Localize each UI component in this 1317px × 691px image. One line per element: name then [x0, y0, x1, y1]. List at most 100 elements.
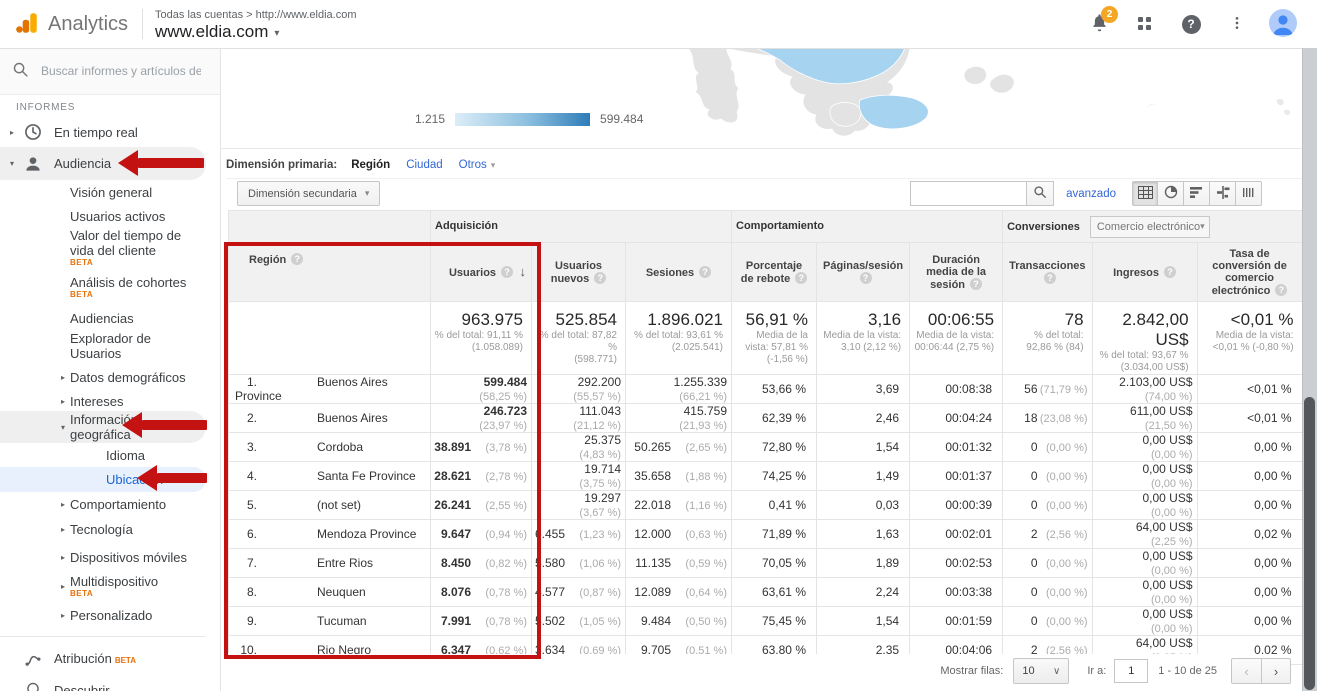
help-icon[interactable]: ? [860, 272, 872, 284]
region-name[interactable]: Cordoba [317, 440, 363, 454]
help-icon[interactable]: ? [699, 266, 711, 278]
column-header-sesiones[interactable]: Sesiones? [626, 243, 732, 302]
view-performance-button[interactable] [1184, 181, 1210, 206]
help-icon[interactable]: ? [970, 278, 982, 290]
region-name[interactable]: Buenos Aires [317, 411, 388, 425]
table-row[interactable]: 4.Santa Fe Province28.621(2,78 %)19.714(… [229, 462, 1303, 491]
region-name[interactable]: Mendoza Province [317, 527, 416, 541]
chevron-right-icon[interactable]: ▸ [56, 397, 70, 406]
scrollbar-thumb[interactable] [1304, 397, 1315, 690]
sidebar-item-tecnologia[interactable]: ▸Tecnología [0, 517, 206, 542]
sidebar-item-informacion-geografica[interactable]: ▾Información geográfica [0, 411, 206, 443]
sidebar-item-analisis-de-cohortes[interactable]: Análisis de cohortesBETA [0, 267, 206, 307]
sidebar-item-en-tiempo-real[interactable]: ▸En tiempo real [0, 117, 206, 147]
rows-per-page-select[interactable]: 10 ∨ [1013, 658, 1069, 684]
sidebar-item-usuarios-activos[interactable]: Usuarios activos [0, 205, 206, 228]
sidebar-item-descubrir[interactable]: Descubrir [0, 676, 206, 691]
geo-map[interactable]: 1.215 599.484 [220, 48, 1303, 149]
column-header-paginas-sesion[interactable]: Páginas/sesión? [817, 243, 910, 302]
previous-page-button[interactable]: ‹ [1231, 658, 1261, 684]
sidebar-item-comportamiento[interactable]: ▸Comportamiento [0, 492, 206, 517]
help-icon[interactable]: ? [291, 253, 303, 265]
table-search-button[interactable] [1026, 181, 1054, 206]
chevron-right-icon[interactable]: ▸ [56, 582, 70, 591]
table-row[interactable]: 6.Mendoza Province9.647(0,94 %)6.455(1,2… [229, 520, 1303, 549]
region-name[interactable]: Neuquen [317, 585, 366, 599]
region-name[interactable]: (not set) [317, 498, 361, 512]
chevron-right-icon[interactable]: ▸ [56, 373, 70, 382]
goto-page-input[interactable] [1114, 659, 1148, 683]
chevron-down-icon[interactable]: ▾ [6, 159, 18, 168]
chevron-right-icon[interactable]: ▸ [56, 553, 70, 562]
breadcrumb[interactable]: Todas las cuentas > http://www.eldia.com [155, 6, 356, 22]
help-button[interactable]: ? [1179, 12, 1203, 36]
column-header-usuarios-nuevos[interactable]: Usuarios nuevos? [532, 243, 626, 302]
column-header-tasa-de-conversion-de-comercio-electronico[interactable]: Tasa de conversión de comercio electróni… [1197, 243, 1302, 302]
view-pivot-button[interactable] [1236, 181, 1262, 206]
sidebar-item-intereses[interactable]: ▸Intereses [0, 392, 206, 411]
sidebar-item-multidispositivo[interactable]: ▸MultidispositivoBETA [0, 572, 206, 600]
help-icon[interactable]: ? [1164, 266, 1176, 278]
region-name[interactable]: Entre Rios [317, 556, 373, 570]
more-options-button[interactable] [1225, 12, 1249, 36]
column-header-transacciones[interactable]: Transacciones? [1003, 243, 1092, 302]
chevron-right-icon[interactable]: ▸ [56, 525, 70, 534]
dimension-tab-otros[interactable]: Otros▾ [459, 159, 496, 171]
goto-page-label: Ir a: [1087, 665, 1106, 677]
view-comparison-button[interactable] [1210, 181, 1236, 206]
column-header-duracion-media-de-la-sesion[interactable]: Duración media de la sesión? [910, 243, 1003, 302]
vertical-scrollbar[interactable] [1302, 48, 1317, 691]
table-row[interactable]: 3.Cordoba38.891(3,78 %)25.375(4,83 %)50.… [229, 433, 1303, 462]
notifications-button[interactable]: 2 [1087, 12, 1111, 36]
total-metric-8: <0,01 %Media de la vista:<0,01 % (-0,80 … [1197, 302, 1302, 375]
advanced-search-link[interactable]: avanzado [1066, 188, 1116, 200]
next-page-button[interactable]: › [1261, 658, 1291, 684]
help-icon[interactable]: ? [795, 272, 807, 284]
table-search-input[interactable] [910, 181, 1026, 206]
region-name[interactable]: Buenos Aires Province [235, 375, 388, 403]
sidebar-item-audiencia[interactable]: ▾Audiencia [0, 147, 206, 180]
table-row[interactable]: 9.Tucuman7.991(0,78 %)5.502(1,05 %)9.484… [229, 607, 1303, 636]
conversions-type-select[interactable]: Comercio electrónico▾ [1090, 216, 1210, 238]
help-icon[interactable]: ? [501, 266, 513, 278]
help-icon[interactable]: ? [1275, 284, 1287, 296]
table-row[interactable]: 1.Buenos Aires Province599.484(58,25 %)2… [229, 375, 1303, 404]
column-header-ingresos[interactable]: Ingresos? [1092, 243, 1197, 302]
table-row[interactable]: 8.Neuquen8.076(0,78 %)4.577(0,87 %)12.08… [229, 578, 1303, 607]
chevron-right-icon[interactable]: ▸ [56, 611, 70, 620]
column-header-usuarios[interactable]: Usuarios?↓ [431, 243, 532, 302]
column-header-porcentaje-de-rebote[interactable]: Porcentaje de rebote? [732, 243, 817, 302]
table-row[interactable]: 5.(not set)26.241(2,55 %)19.297(3,67 %)2… [229, 491, 1303, 520]
sidebar-item-valor-del-tiempo-de-vida-del-cliente[interactable]: Valor del tiempo de vida del clienteBETA [0, 228, 206, 267]
chevron-down-icon[interactable]: ▾ [56, 423, 70, 432]
sidebar-item-vision-general[interactable]: Visión general [0, 180, 206, 205]
sidebar-item-idioma[interactable]: Idioma [0, 443, 206, 467]
secondary-dimension-button[interactable]: Dimensión secundaria ▾ [237, 181, 380, 206]
help-icon[interactable]: ? [594, 272, 606, 284]
table-row[interactable]: 7.Entre Rios8.450(0,82 %)5.580(1,06 %)11… [229, 549, 1303, 578]
sort-desc-icon[interactable]: ↓ [520, 264, 527, 279]
sidebar-search[interactable] [0, 48, 220, 95]
account-avatar[interactable] [1271, 12, 1295, 36]
search-input[interactable] [39, 63, 203, 79]
view-percentage-button[interactable] [1158, 181, 1184, 206]
apps-menu-button[interactable] [1133, 12, 1157, 36]
sidebar-item-personalizado[interactable]: ▸Personalizado [0, 600, 206, 630]
help-icon[interactable]: ? [1044, 272, 1056, 284]
region-name[interactable]: Santa Fe Province [317, 469, 416, 483]
chevron-right-icon[interactable]: ▸ [6, 128, 18, 137]
sidebar-item-explorador-de-usuarios[interactable]: Explorador de Usuarios [0, 330, 206, 362]
region-name[interactable]: Tucuman [317, 614, 367, 628]
view-table-button[interactable] [1132, 181, 1158, 206]
sidebar-item-atribucion[interactable]: AtribuciónBETA [0, 643, 206, 676]
analytics-home-link[interactable]: Analytics [0, 10, 128, 39]
dimension-tab-region[interactable]: Región [351, 159, 390, 171]
sidebar-item-audiencias[interactable]: Audiencias [0, 307, 206, 330]
dimension-tab-ciudad[interactable]: Ciudad [406, 159, 442, 171]
sidebar-item-ubicacion[interactable]: Ubicación [0, 467, 206, 492]
sidebar-item-dispositivos-moviles[interactable]: ▸Dispositivos móviles [0, 542, 206, 572]
chevron-right-icon[interactable]: ▸ [56, 500, 70, 509]
table-row[interactable]: 2.Buenos Aires246.723(23,97 %)111.043(21… [229, 404, 1303, 433]
sidebar-item-datos-demograficos[interactable]: ▸Datos demográficos [0, 362, 206, 392]
property-selector[interactable]: www.eldia.com ▾ [155, 22, 356, 42]
